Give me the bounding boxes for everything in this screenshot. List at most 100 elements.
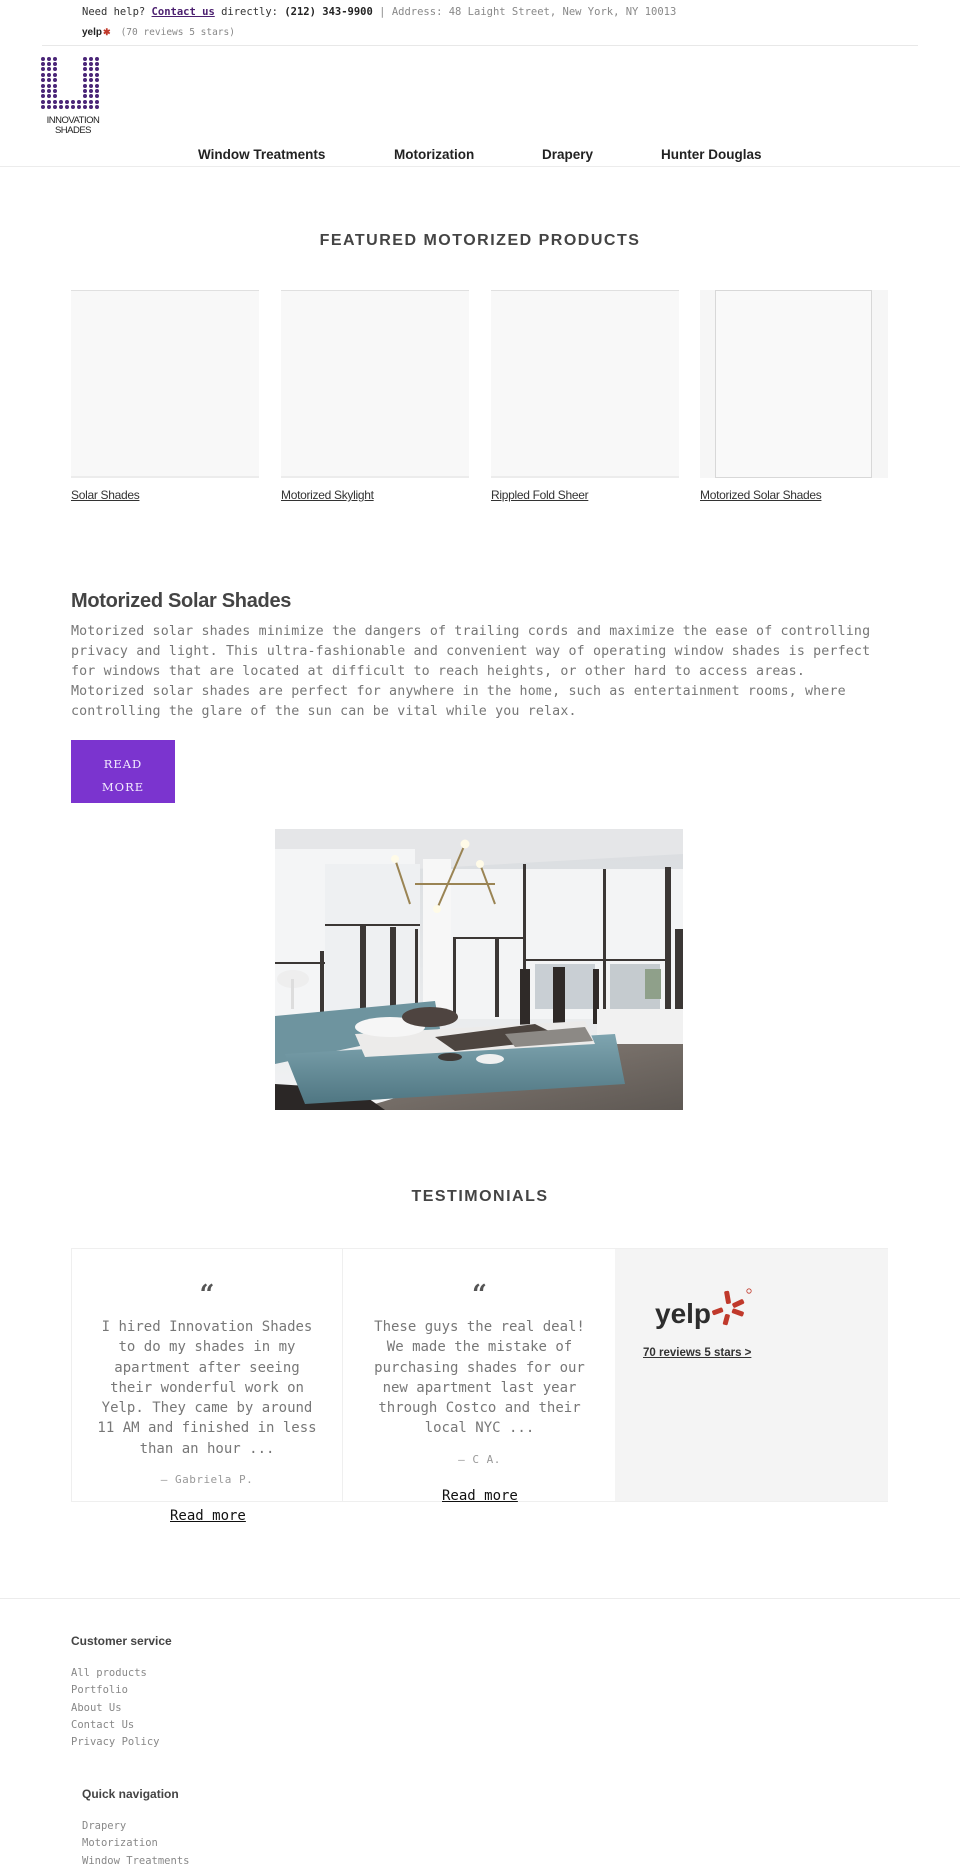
logo-dot — [88, 67, 93, 72]
yelp-logo-text: yelp — [655, 1298, 711, 1329]
logo-dot — [88, 83, 93, 88]
logo-dot — [40, 72, 45, 77]
testimonial-card: “ These guys the real deal! We made the … — [344, 1249, 615, 1501]
logo-dot — [77, 78, 81, 82]
logo-dot — [94, 67, 99, 72]
logo-dot — [94, 105, 99, 110]
logo-dot — [71, 94, 75, 98]
logo-dot — [88, 78, 93, 83]
footer-link-contact-us[interactable]: Contact Us — [71, 1719, 134, 1731]
contact-us-link[interactable]: Contact us — [152, 6, 215, 18]
logo-dot — [40, 105, 45, 110]
nav-divider — [0, 166, 960, 167]
product-image[interactable] — [700, 290, 888, 478]
footer-link-about-us[interactable]: About Us — [71, 1702, 122, 1714]
logo-dot — [52, 56, 57, 61]
logo-dot — [46, 83, 51, 88]
logo-dot — [65, 67, 69, 71]
product-image[interactable] — [491, 290, 679, 478]
logo-dot — [58, 99, 63, 104]
quote-icon: “ — [199, 1280, 215, 1310]
product-name-link[interactable]: Solar Shades — [71, 488, 259, 502]
logo-dot — [59, 94, 63, 98]
testimonial-read-more-link[interactable]: Read more — [170, 1508, 246, 1524]
yelp-logo[interactable]: yelp — [655, 1285, 755, 1329]
yelp-burst-icon: yelp — [655, 1288, 752, 1329]
yelp-mini-label: yelp — [82, 27, 103, 38]
read-more-line1: READ — [103, 756, 143, 771]
logo-dot — [94, 99, 99, 104]
logo-dot — [52, 89, 57, 94]
logo-dot — [71, 78, 75, 82]
footer-link-window-treatments[interactable]: Window Treatments — [82, 1855, 189, 1867]
top-divider — [42, 45, 918, 46]
logo-dot — [82, 105, 87, 110]
logo-dot — [94, 89, 99, 94]
footer-link-privacy-policy[interactable]: Privacy Policy — [71, 1736, 160, 1748]
quote-icon: “ — [472, 1280, 487, 1310]
product-card[interactable]: Solar Shades — [71, 290, 259, 502]
logo-line2: SHADES — [54, 125, 92, 136]
logo-dot — [52, 62, 57, 67]
logo-dot — [82, 56, 87, 61]
footer-link-item: Drapery — [82, 1818, 189, 1835]
testimonial-read-more-link[interactable]: Read more — [442, 1488, 518, 1504]
nav-window-treatments[interactable]: Window Treatments — [198, 147, 325, 162]
logo-dot — [82, 89, 87, 94]
product-image[interactable] — [281, 290, 469, 478]
read-more-button[interactable]: READ MORE — [71, 740, 175, 803]
footer-link-motorization[interactable]: Motorization — [82, 1837, 158, 1849]
footer-link-item: About Us — [71, 1700, 160, 1717]
logo-dot — [46, 62, 51, 67]
product-card[interactable]: Motorized Skylight — [281, 290, 469, 502]
logo-dot — [59, 67, 63, 71]
logo-dot — [40, 83, 45, 88]
product-image[interactable] — [71, 290, 259, 478]
logo-dot — [82, 62, 87, 67]
footer-link-portfolio[interactable]: Portfolio — [71, 1684, 128, 1696]
logo-dot — [77, 84, 81, 88]
footer-link-all-products[interactable]: All products — [71, 1667, 147, 1679]
logo-dot — [82, 67, 87, 72]
logo-dot — [94, 83, 99, 88]
product-card[interactable]: Motorized Solar Shades — [700, 290, 888, 502]
logo-dot — [46, 67, 51, 72]
logo-dot — [58, 105, 63, 110]
product-name-link[interactable]: Motorized Skylight — [281, 488, 469, 502]
footer-link-drapery[interactable]: Drapery — [82, 1820, 126, 1832]
address-text: Address: 48 Laight Street, New York, NY … — [391, 6, 677, 18]
product-name-link[interactable]: Rippled Fold Sheer — [491, 488, 679, 502]
nav-drapery[interactable]: Drapery — [542, 147, 593, 162]
yelp-reviews-link[interactable]: 70 reviews 5 stars > — [643, 1347, 751, 1359]
logo-dot — [65, 78, 69, 82]
product-card[interactable]: Rippled Fold Sheer — [491, 290, 679, 502]
logo-dot — [77, 67, 81, 71]
nav-hunter-douglas[interactable]: Hunter Douglas — [661, 147, 762, 162]
testimonial-card: “ I hired Innovation Shades to do my sha… — [72, 1249, 343, 1501]
nav-motorization[interactable]: Motorization — [394, 147, 474, 162]
footer-link-item: Window Treatments — [82, 1853, 189, 1870]
read-more-line2: MORE — [101, 779, 145, 794]
logo-dot — [82, 83, 87, 88]
footer-divider — [0, 1598, 960, 1599]
site-logo[interactable]: INNOVATION SHADES — [40, 56, 106, 136]
footer-link-item: Motorization — [82, 1835, 189, 1852]
yelp-rating-bar: yelp ✱ (70 reviews 5 stars) — [82, 27, 235, 38]
yelp-mini-logo[interactable]: yelp ✱ — [82, 27, 111, 38]
logo-dot — [40, 67, 45, 72]
logo-dot — [70, 99, 75, 104]
logo-dot — [59, 78, 63, 82]
testimonial-text: I hired Innovation Shades to do my shade… — [97, 1319, 317, 1457]
footer-link-item: Portfolio — [71, 1682, 160, 1699]
logo-dot — [82, 99, 87, 104]
product-name-link[interactable]: Motorized Solar Shades — [700, 488, 888, 502]
logo-dot — [52, 67, 57, 72]
logo-dot — [46, 94, 51, 99]
logo-dot — [88, 72, 93, 77]
logo-dot — [77, 89, 81, 93]
logo-dot — [59, 73, 63, 77]
logo-dot — [71, 62, 75, 66]
logo-dot — [64, 99, 69, 104]
logo-dot — [88, 56, 93, 61]
logo-dot — [40, 62, 45, 67]
